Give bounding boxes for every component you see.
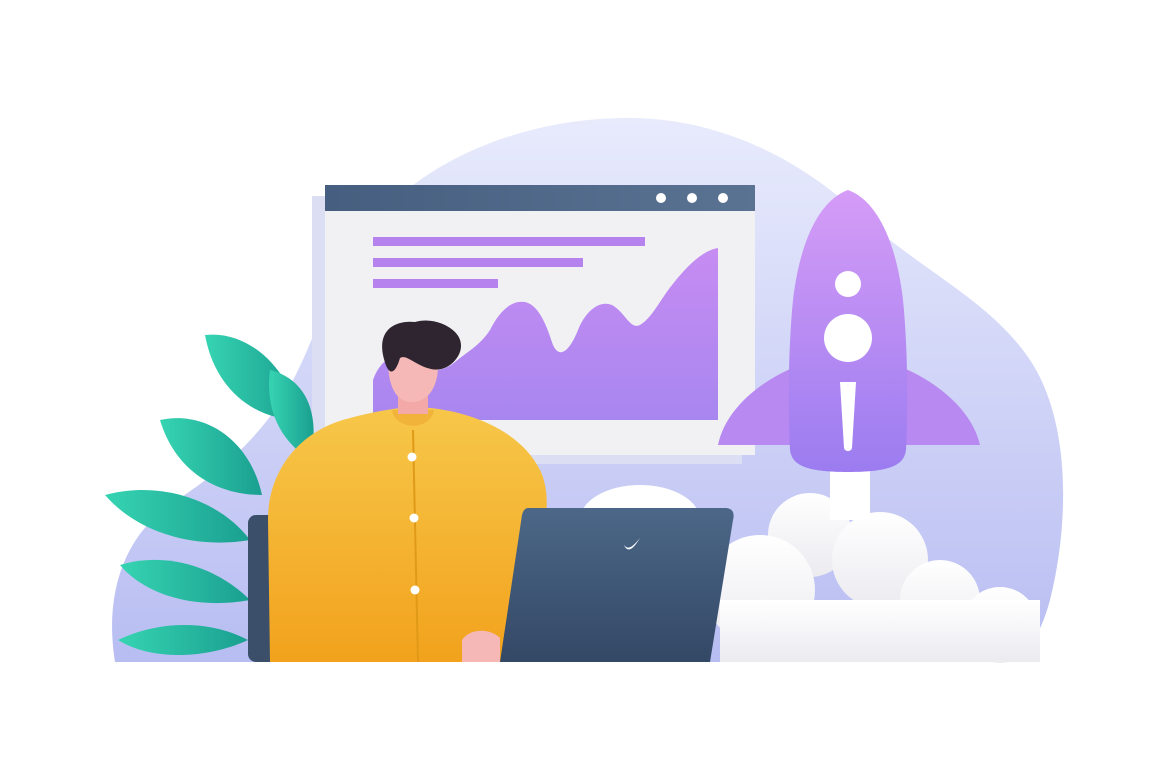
shirt-button [407,452,417,462]
rocket-exhaust [830,470,870,520]
laptop-lid [500,508,734,662]
laptop-icon [500,508,734,662]
rocket-porthole-small [835,271,861,297]
text-line-placeholder [373,258,583,267]
window-dot-icon [687,193,697,203]
shirt-button [409,513,419,523]
rocket-porthole-large [824,314,872,362]
shirt-button [410,585,420,595]
window-dot-icon [718,193,728,203]
person-hand [462,630,500,662]
illustration-scene [105,117,1064,663]
text-line-placeholder [373,279,498,288]
person-hair [382,320,462,372]
text-line-placeholder [373,237,645,246]
person-shirt [268,407,547,662]
window-dot-icon [656,193,666,203]
